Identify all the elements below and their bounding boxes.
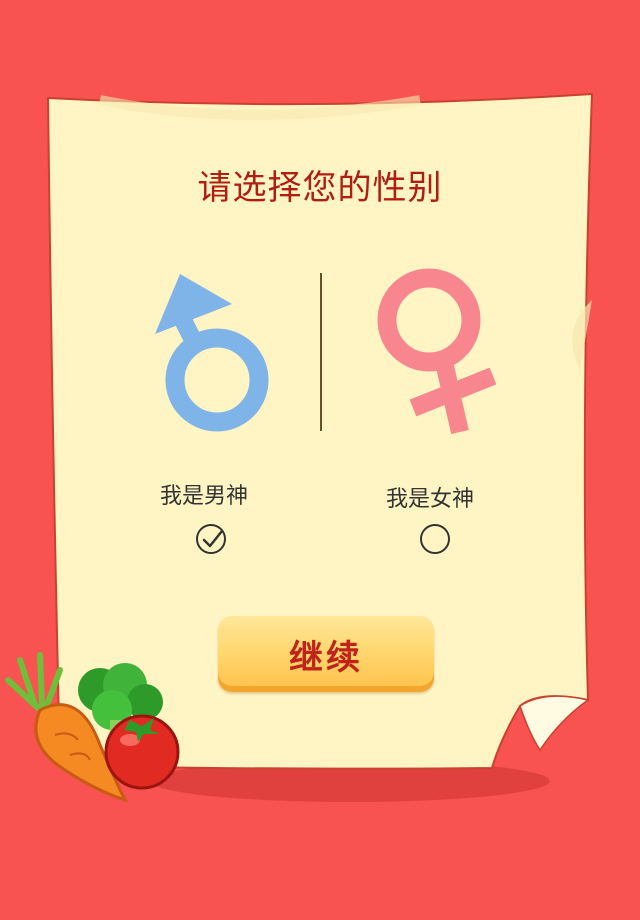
continue-label: 继续 — [289, 638, 363, 678]
male-radio[interactable] — [196, 524, 226, 554]
female-symbol-icon — [377, 268, 497, 435]
carrot-leaves-icon — [5, 652, 63, 711]
checkmark-icon — [202, 529, 224, 548]
vegetables-illustration — [5, 652, 180, 803]
female-option[interactable] — [365, 262, 510, 452]
continue-button[interactable]: 继续 — [218, 616, 434, 692]
male-symbol-icon — [155, 274, 269, 432]
female-label: 我是女神 — [386, 487, 475, 512]
male-option[interactable] — [140, 262, 285, 452]
male-label: 我是男神 — [160, 484, 249, 509]
tomato-icon — [104, 714, 180, 790]
divider — [320, 273, 322, 431]
female-radio[interactable] — [420, 524, 450, 554]
page-title: 请选择您的性别 — [197, 168, 443, 208]
